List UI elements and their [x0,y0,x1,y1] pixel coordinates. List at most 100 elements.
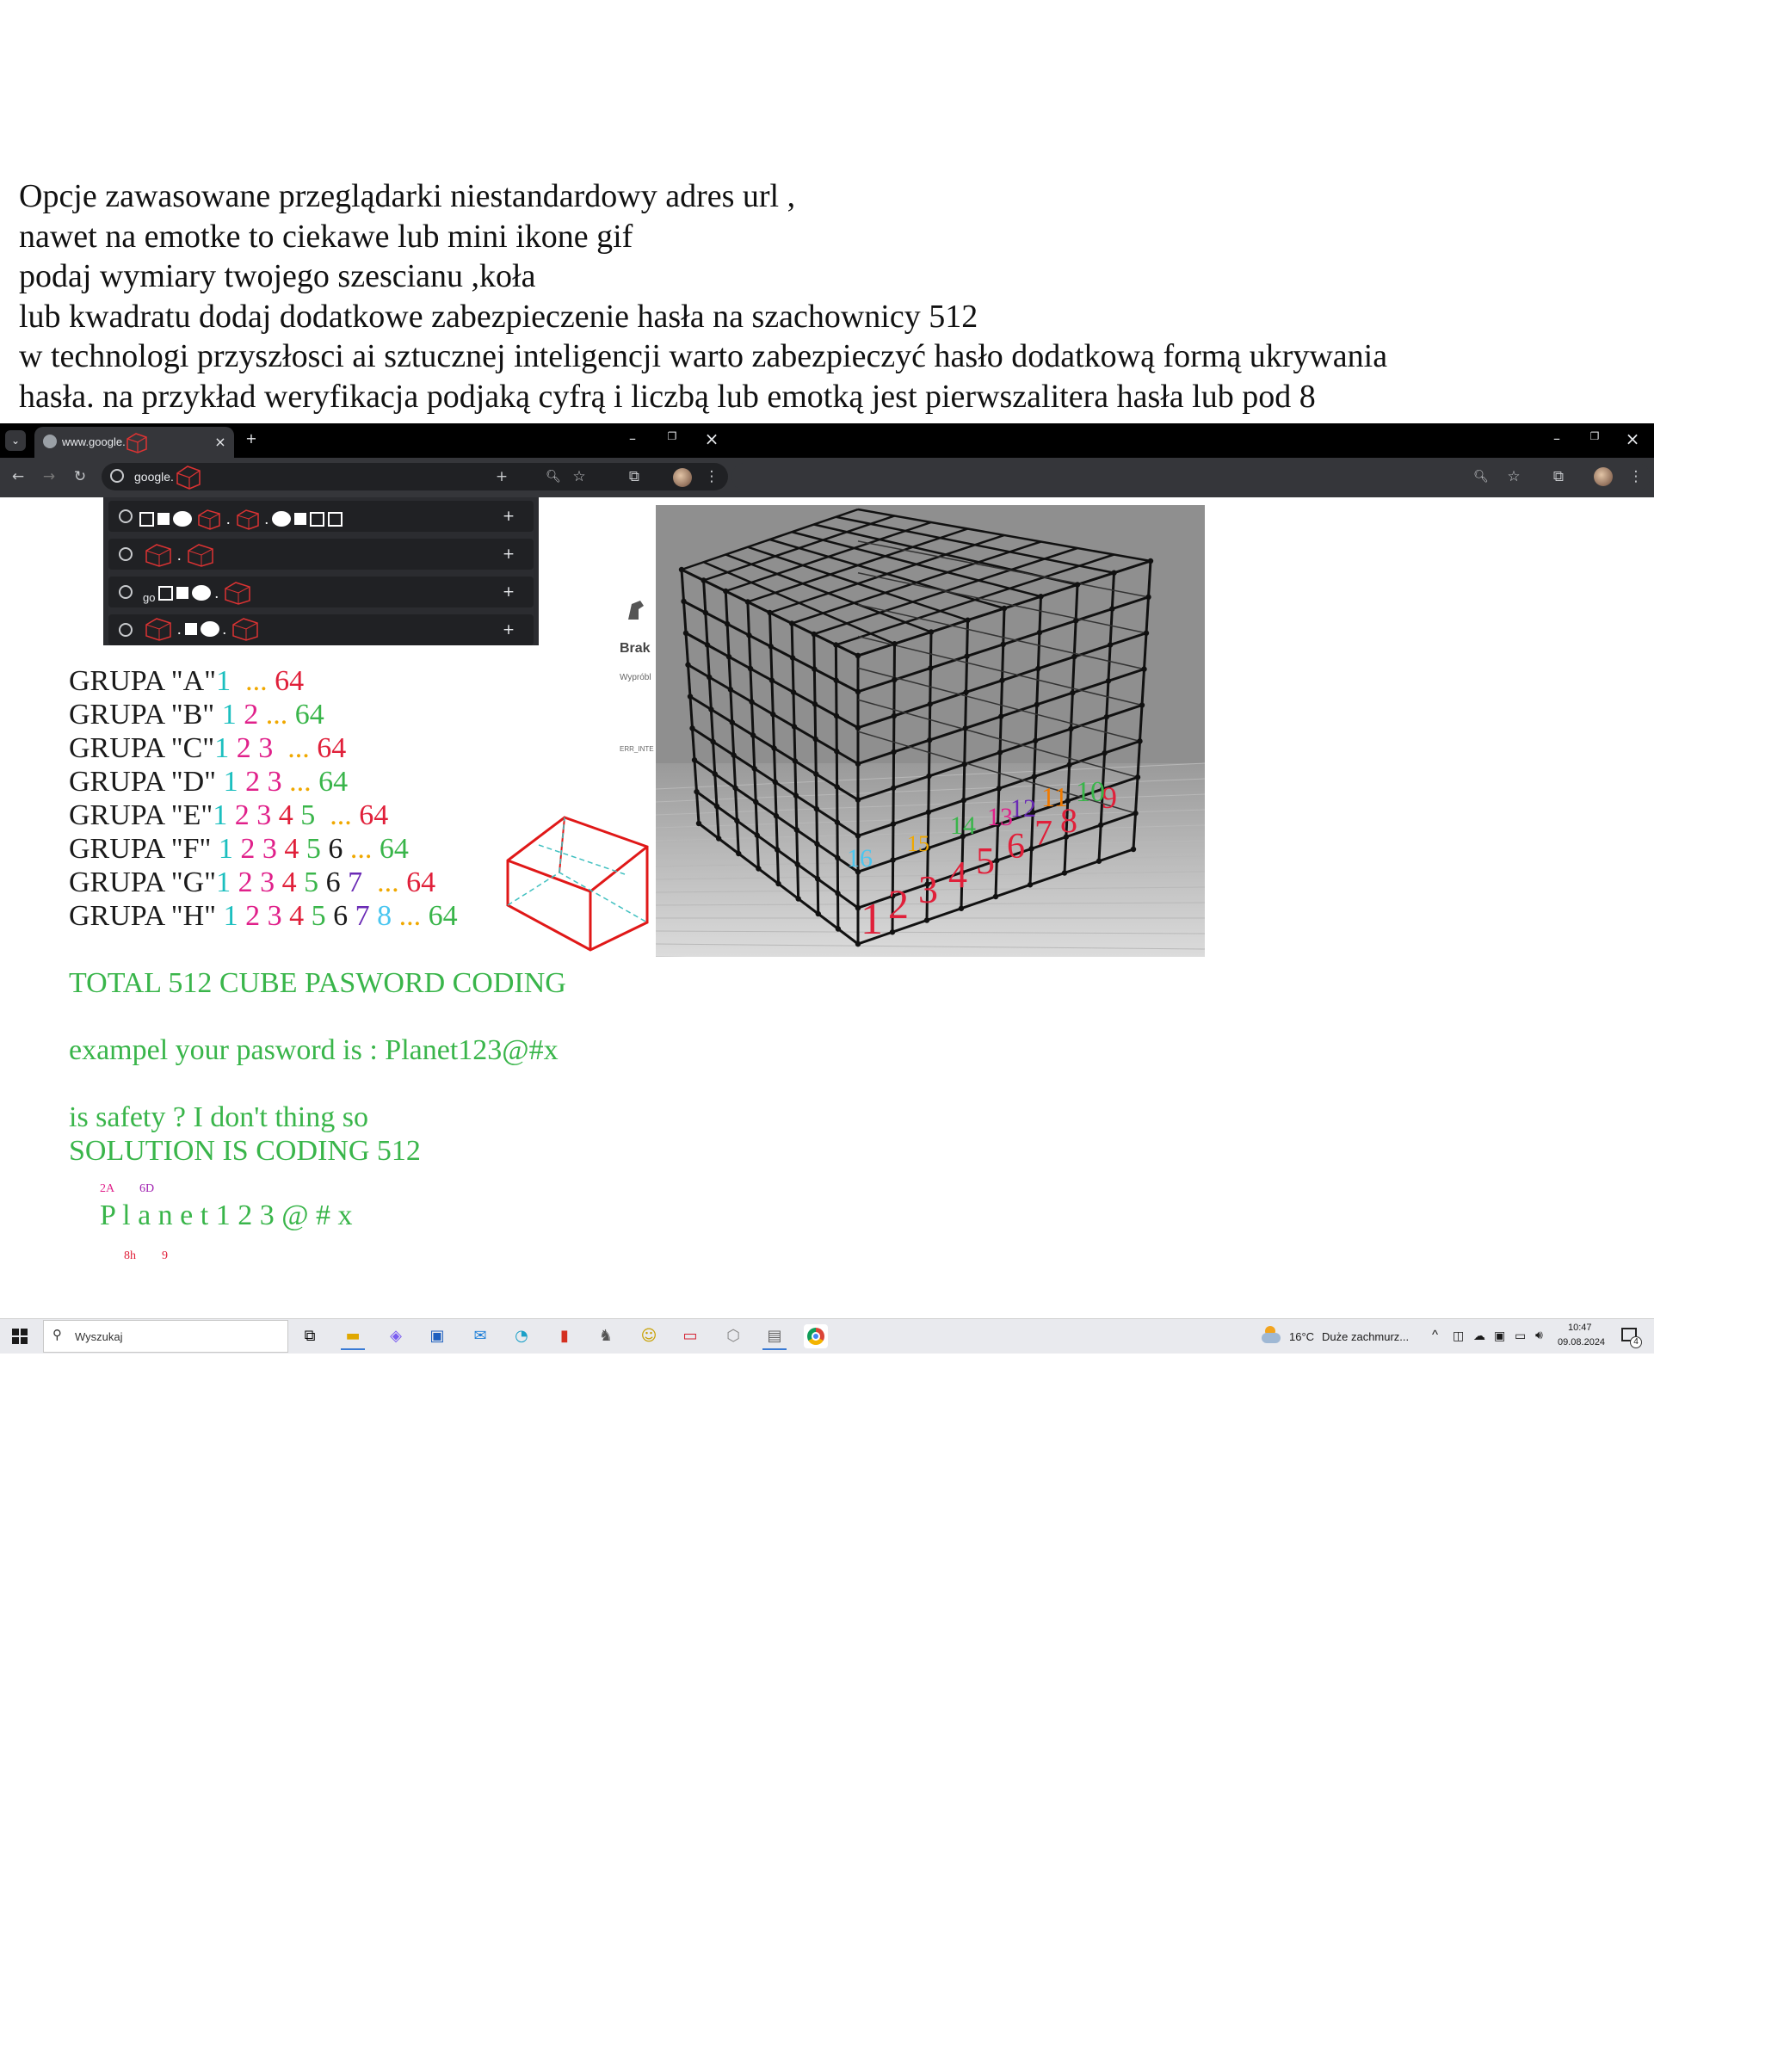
grid-node [767,609,773,616]
back-icon[interactable]: ← [5,464,31,490]
minimize-button-2[interactable]: – [1544,430,1570,447]
store-icon[interactable]: ▣ [425,1324,449,1348]
close-tab-icon[interactable]: × [213,434,227,450]
zoom-icon[interactable]: 🔍︎ [1468,464,1494,490]
group-token: 7 [348,900,370,932]
intro-line: nawet na emotke to ciekawe lub mini ikon… [19,218,633,255]
extensions-icon[interactable]: ⧉ [1546,464,1571,490]
taskbar-search-box[interactable]: ⚲ Wyszukaj [43,1320,288,1353]
cube-emoji-icon [187,544,213,567]
chrome-icon[interactable] [804,1324,828,1348]
group-token: 2 [232,833,256,865]
group-token: ... [273,732,310,764]
forward-icon[interactable]: → [36,464,62,490]
weather-temp[interactable]: 16°C [1289,1330,1314,1343]
group-token: 2 [236,699,259,731]
weather-icon[interactable] [1262,1326,1281,1345]
url-row[interactable]: . + [108,539,534,570]
grid-node [756,866,762,872]
app-box-icon[interactable]: ⬡ [721,1324,745,1348]
grid-node [734,817,740,824]
meet-icon[interactable]: ◫ [1453,1329,1464,1343]
edge-icon[interactable]: ◔ [509,1324,534,1348]
group-token: 2 [238,900,261,932]
close-window-button-2[interactable]: × [1620,429,1645,449]
task-view-icon[interactable]: ⧉ [298,1324,322,1348]
group-token: 64 [372,833,409,865]
tab-search-button[interactable]: ⌄ [5,430,26,451]
grid-node [1111,570,1117,576]
new-tab-button[interactable]: + [241,430,262,447]
grid-node [891,785,897,791]
menu-icon[interactable]: ⋮ [699,464,725,490]
network-icon[interactable]: ☁ [1473,1329,1485,1343]
safety-question: is safety ? I don't thing so [69,1101,368,1133]
add-icon[interactable]: + [496,503,522,529]
tab-active[interactable]: www.google. × [34,427,234,458]
grid-node [713,803,720,810]
extensions-icon[interactable]: ⧉ [621,464,647,490]
mail-icon[interactable]: ✉ [468,1324,492,1348]
zoom-icon[interactable]: 🔍︎ [540,464,566,490]
app-figure-icon[interactable]: ♞ [594,1324,618,1348]
add-icon[interactable]: + [496,541,522,567]
minimize-button[interactable]: – [620,430,645,447]
url-row[interactable]: . . + [108,501,534,532]
copilot-icon[interactable]: ◈ [384,1324,408,1348]
reload-icon[interactable]: ↻ [67,464,93,490]
app-character-icon[interactable]: ☺ [637,1324,661,1348]
cube-number-label: 4 [948,854,967,896]
close-window-button[interactable]: × [699,429,725,449]
grid-node [770,711,776,718]
group-token: 6 [320,833,343,865]
avatar[interactable] [1594,467,1613,486]
grid-node [833,712,840,719]
file-explorer-icon[interactable]: ▬ [341,1324,365,1350]
menu-icon[interactable]: ⋮ [1623,464,1649,490]
chevron-up-icon[interactable]: ^ [1432,1328,1438,1342]
app-window-icon[interactable]: ▤ [762,1324,787,1350]
star-icon[interactable]: ☆ [566,464,592,490]
group-token: 2 [227,799,250,831]
grid-node [835,891,841,897]
group-token: 6 [318,866,341,898]
star-icon[interactable]: ☆ [1501,464,1527,490]
grid-node [1061,870,1068,876]
search-icon: ⚲ [52,1327,62,1342]
add-icon[interactable]: + [489,464,515,490]
url-row[interactable]: go . + [108,577,534,607]
app-video-icon[interactable]: ▭ [678,1324,702,1348]
grid-node [724,620,731,627]
clock-time[interactable]: 10:47 [1568,1323,1592,1333]
volume-icon[interactable]: 🔊︎ [1535,1328,1543,1342]
cube-emoji-icon [127,433,147,453]
grid-node [855,833,861,839]
grid-node [712,771,718,777]
group-row: GRUPA "C"1 2 3 ... 64 [69,731,458,765]
address-bar-2[interactable]: 🔍︎ ☆ ⧉ ⋮ [731,463,1651,490]
grid-node [812,736,818,743]
site-info-icon[interactable] [110,469,124,483]
add-icon[interactable]: + [496,617,522,643]
group-token: 5 [304,900,326,932]
battery-icon[interactable]: ▭ [1515,1329,1526,1343]
restore-button-2[interactable]: ❐ [1582,430,1608,442]
grid-node [925,809,932,816]
display-icon[interactable]: ▣ [1494,1329,1505,1343]
app-red-icon[interactable]: ▮ [552,1324,577,1348]
code-label: 2A [100,1182,115,1195]
underlying-subtitle: Wypróbl [620,673,651,682]
restore-button[interactable]: ❐ [659,430,685,442]
windows-start-icon[interactable] [12,1329,28,1344]
group-token: 2 [231,866,253,898]
weather-description[interactable]: Duże zachmurz... [1322,1330,1409,1343]
grid-node [795,896,801,902]
clock-date[interactable]: 09.08.2024 [1558,1337,1605,1347]
url-row[interactable]: . . + [108,614,534,645]
grid-node [689,725,695,731]
avatar[interactable] [673,468,692,487]
group-label: GRUPA "A" [69,665,217,697]
cube-number-label: 14 [950,811,976,840]
grid-node [702,609,709,616]
add-icon[interactable]: + [496,579,522,605]
